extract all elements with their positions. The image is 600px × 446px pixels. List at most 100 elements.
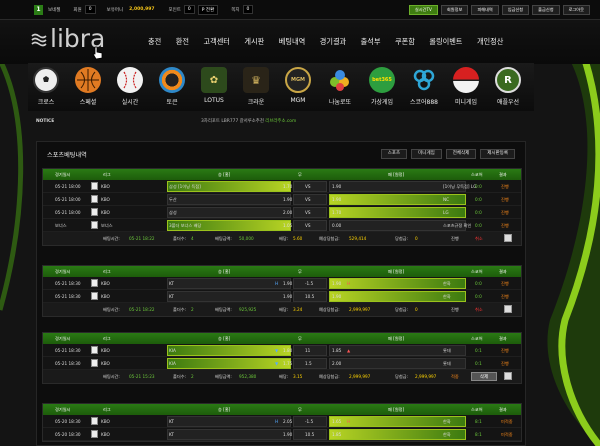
column-header: 무 <box>298 336 302 341</box>
bet-amount: 50,000 <box>239 236 254 241</box>
nav-support[interactable]: 고객센터 <box>203 37 229 47</box>
table-row: 05-20 18:30 KBO KT H 2.05 -1.5 1.65 H 한화 8:1 미적중 <box>43 415 521 428</box>
game-apple[interactable]: R 애플우선 <box>492 63 524 106</box>
score: 0:0 <box>475 197 482 202</box>
member-info-button[interactable]: 회원정보 <box>440 5 469 15</box>
nav-exchange[interactable]: 환전 <box>176 37 189 47</box>
country-flag-icon <box>91 221 98 229</box>
handicap-mark: ▼ <box>275 348 279 353</box>
folder-label: 폴더수: <box>173 374 186 379</box>
damage-history-button[interactable]: 피해내역 <box>471 5 499 15</box>
select-slip-checkbox[interactable] <box>504 372 512 380</box>
username: 보네젤 <box>48 7 61 13</box>
game-live[interactable]: 실시간 <box>114 63 146 106</box>
nav-charge[interactable]: 충전 <box>148 37 161 47</box>
game-mgm[interactable]: MGM MGM <box>282 63 314 104</box>
game-score888[interactable]: 스코어888 <box>408 63 440 106</box>
notice-link[interactable]: 리브라주소.com <box>265 119 296 124</box>
bet-slip-summary: 배팅시간: 05-21 15:23 폴더수: 2 배팅금액: 952,380 배당: 3.15… <box>43 370 521 383</box>
game-virtual[interactable]: bet365 가상게임 <box>366 63 398 106</box>
delete-slip-button[interactable]: 삭제 <box>471 372 497 381</box>
post-to-board-button[interactable]: 제시판등록 <box>480 149 515 159</box>
logout-button[interactable]: 로그아웃 <box>562 5 590 15</box>
country-flag-icon <box>91 279 98 287</box>
point-label: 포인트 <box>168 7 181 13</box>
bet-amount: 952,380 <box>239 374 257 379</box>
column-header: 경기일시 <box>55 172 71 177</box>
note-label: 쪽지 <box>231 7 240 13</box>
handicap-mark: ▲ <box>347 348 351 353</box>
deposit-button[interactable]: 입금신청 <box>501 5 530 15</box>
notice-label: NOTICE <box>36 118 55 124</box>
home-pick-button[interactable] <box>167 345 291 356</box>
game-special[interactable]: 스페셜 <box>72 63 104 106</box>
home-pick-button[interactable] <box>167 278 291 289</box>
nav-attendance[interactable]: 출석부 <box>361 37 381 47</box>
draw-value: VS <box>305 184 311 189</box>
live-tv-button[interactable]: 실시간TV <box>408 5 438 15</box>
point-convert-button[interactable]: P 전환 <box>197 4 219 15</box>
result-status: 진행 <box>501 223 509 228</box>
result-status: 진행 <box>501 197 509 202</box>
total-odds: 3.15 <box>293 374 303 379</box>
top-bar: 1 보네젤 회원 0 보유머니 2,000,997 포인트 0 P 전환 쪽지 … <box>0 0 600 20</box>
home-pick-button[interactable] <box>167 429 291 440</box>
nav-rolling-event[interactable]: 롤링이벤트 <box>429 37 462 47</box>
bet-slip: 경기일시 리그 승 [홈] 무 패 [원정] 스코어 결과 05-20 18:30 KBO KT H… <box>42 403 522 442</box>
nav-bet-history[interactable]: 베팅내역 <box>279 37 305 47</box>
home-odds: 1.90 <box>283 294 293 299</box>
bet-slip-header: 경기일시 리그 승 [홈] 무 패 [원정] 스코어 결과 <box>43 266 521 277</box>
bet-slip: 경기일시 리그 승 [홈] 무 패 [원정] 스코어 결과 05-21 18:00 KBO 삼성 … <box>42 168 522 246</box>
away-team: 롯데 <box>443 361 451 366</box>
country-flag-icon <box>91 417 98 425</box>
game-cross[interactable]: 크로스 <box>30 63 62 106</box>
table-row: 05-21 18:00 KBO 삼성 [1이닝 득점] 1.70 VS 1.90 [1이닝 … <box>43 180 521 193</box>
win-amount: 0 <box>415 236 418 241</box>
token-ring-icon <box>159 67 185 93</box>
home-pick-button[interactable] <box>167 207 291 218</box>
column-header: 패 [원정] <box>388 336 405 341</box>
column-header: 스코어 <box>471 172 483 177</box>
withdraw-button[interactable]: 출금신청 <box>532 5 560 15</box>
nav-coupon[interactable]: 쿠폰함 <box>395 37 415 47</box>
tab-sports[interactable]: 스포츠 <box>380 149 408 159</box>
win-amount-label: 당첨금: <box>395 307 408 312</box>
league-name: KBO <box>101 281 110 286</box>
home-team: 3폴더 보너스 배당 <box>169 223 202 228</box>
total-odds: 5.60 <box>293 236 303 241</box>
game-lotto[interactable]: 나눔로또 <box>324 63 356 106</box>
delete-all-button[interactable]: 전체삭제 <box>445 149 477 159</box>
column-header: 패 [원정] <box>388 407 405 412</box>
select-slip-checkbox[interactable] <box>504 305 512 313</box>
match-time: 05-21 18:30 <box>55 361 81 366</box>
nav-results[interactable]: 경기결과 <box>320 37 346 47</box>
nav-settlement[interactable]: 개인정산 <box>477 37 503 47</box>
home-pick-button[interactable] <box>167 416 291 427</box>
select-slip-checkbox[interactable] <box>504 234 512 242</box>
game-mini[interactable]: 미니게임 <box>450 63 482 106</box>
away-odds: 1.90 <box>332 197 342 202</box>
column-header: 무 <box>298 172 302 177</box>
crown-icon: ♛ <box>243 67 269 93</box>
draw-value: VS <box>305 197 311 202</box>
home-odds: 1.90 <box>283 197 293 202</box>
column-header: 리그 <box>103 172 111 177</box>
tab-minigame[interactable]: 미니게임 <box>411 149 442 159</box>
league-name: KBO <box>101 294 110 299</box>
game-crown[interactable]: ♛ 크라운 <box>240 63 272 106</box>
nav-board[interactable]: 게시판 <box>244 37 264 47</box>
column-header: 리그 <box>103 269 111 274</box>
cancel-slip-button[interactable]: 취소 <box>475 236 483 242</box>
home-odds: 2.00 <box>283 210 293 215</box>
draw-value: 10.5 <box>305 432 315 437</box>
home-pick-button[interactable] <box>167 291 291 302</box>
home-pick-button[interactable] <box>167 358 291 369</box>
league-name: KBO <box>101 348 110 353</box>
handicap-mark: H <box>347 281 351 286</box>
game-token[interactable]: 토큰 <box>156 63 188 106</box>
home-pick-button[interactable] <box>167 194 291 205</box>
cancel-slip-button[interactable]: 취소 <box>475 307 483 313</box>
game-lotus[interactable]: ✿ LOTUS <box>198 63 230 104</box>
column-header: 리그 <box>103 407 111 412</box>
table-row: 05-21 18:30 KBO KT H 1.90 -1.5 1.90 H 한화 0:0 진행 <box>43 277 521 290</box>
